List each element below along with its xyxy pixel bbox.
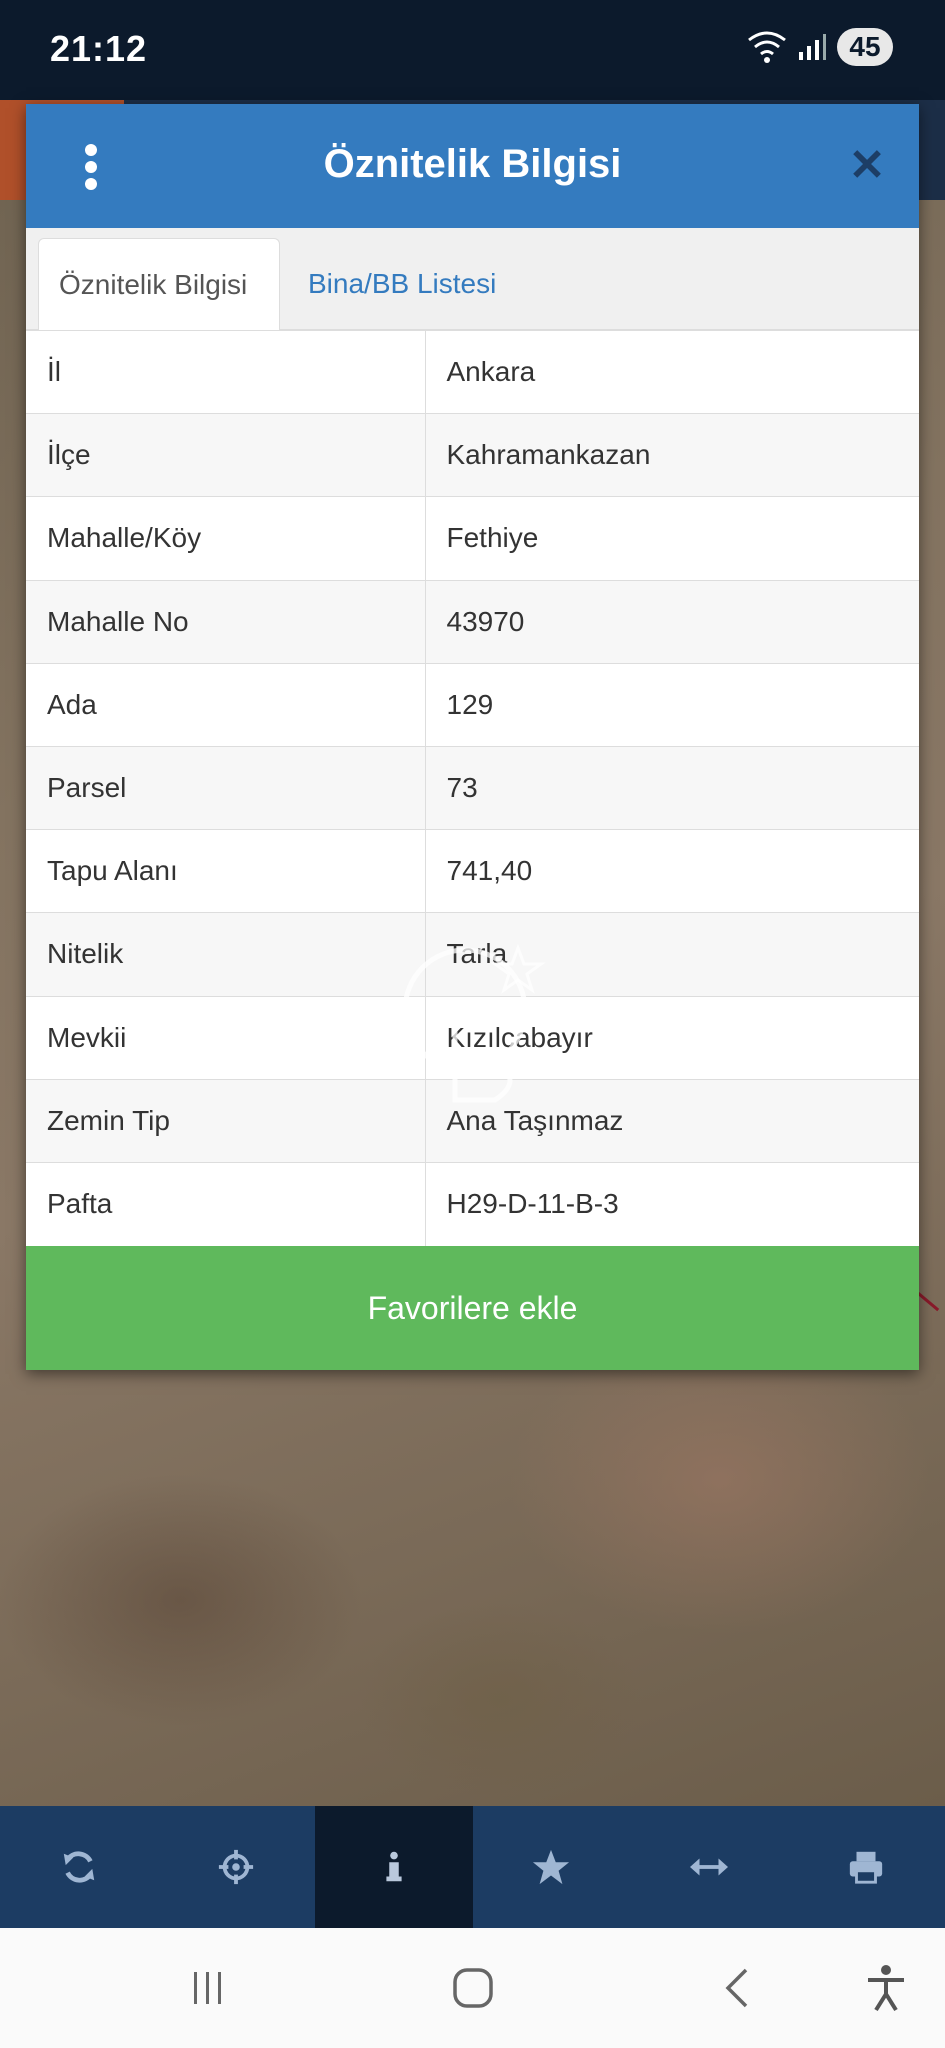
table-row: Parsel 73 <box>26 745 919 830</box>
favorites-button[interactable] <box>473 1806 631 1928</box>
row-value: 129 <box>425 662 919 747</box>
accessibility-icon <box>868 1965 904 2012</box>
wifi-icon <box>748 31 786 63</box>
print-button[interactable] <box>788 1806 945 1928</box>
table-row: Zemin Tip Ana Taşınmaz <box>26 1078 919 1163</box>
tab-attribute-info[interactable]: Öznitelik Bilgisi <box>38 238 280 330</box>
table-row: Mahalle No 43970 <box>26 579 919 664</box>
row-value: Fethiye <box>425 496 919 581</box>
refresh-button[interactable] <box>0 1806 158 1928</box>
signal-icon <box>799 34 826 60</box>
crosshair-icon <box>219 1849 254 1885</box>
info-icon <box>386 1851 402 1882</box>
row-key: İl <box>26 329 426 414</box>
table-row: İlçe Kahramankazan <box>26 413 919 497</box>
row-value: Ankara <box>425 329 919 414</box>
attribute-dialog: Öznitelik Bilgisi ✕ Öznitelik Bilgisi Bi… <box>26 104 919 1370</box>
accessibility-button[interactable] <box>856 1958 916 2018</box>
row-key: Tapu Alanı <box>26 829 426 913</box>
row-key: Mahalle/Köy <box>26 496 426 581</box>
refresh-icon <box>63 1851 94 1883</box>
dialog-title: Öznitelik Bilgisi <box>323 142 622 186</box>
table-row: Tapu Alanı 741,40 <box>26 829 919 913</box>
row-key: İlçe <box>26 413 426 497</box>
row-key: Parsel <box>26 745 426 830</box>
status-time: 21:12 <box>50 28 148 69</box>
table-row: Mevkii Kızılcabayır <box>26 995 919 1080</box>
home-icon <box>453 1968 493 2008</box>
star-icon <box>533 1849 570 1885</box>
recent-apps-icon <box>194 1972 221 2004</box>
back-icon <box>725 1968 748 2008</box>
info-button[interactable] <box>315 1806 473 1928</box>
close-icon[interactable]: ✕ <box>845 144 889 188</box>
row-value: Ana Taşınmaz <box>425 1078 919 1163</box>
row-key: Nitelik <box>26 912 426 996</box>
attribute-table: İl Ankara İlçe Kahramankazan Mahalle/Köy Fe… <box>26 329 919 1246</box>
recent-apps-button[interactable] <box>178 1958 238 2018</box>
row-key: Pafta <box>26 1161 426 1246</box>
map-toolbar <box>0 1806 945 1928</box>
locate-button[interactable] <box>158 1806 316 1928</box>
row-value: Kızılcabayır <box>425 995 919 1080</box>
measure-button[interactable] <box>630 1806 788 1928</box>
status-icons: 45 <box>747 28 893 66</box>
tab-building-list[interactable]: Bina/BB Listesi <box>288 238 516 330</box>
dialog-header: Öznitelik Bilgisi ✕ <box>26 104 919 228</box>
row-value: Tarla <box>425 912 919 996</box>
tab-bar: Öznitelik Bilgisi Bina/BB Listesi <box>26 228 919 330</box>
table-row: İl Ankara <box>26 329 919 414</box>
row-value: H29-D-11-B-3 <box>425 1161 919 1246</box>
row-key: Zemin Tip <box>26 1078 426 1163</box>
status-bar: 21:12 45 <box>0 0 945 100</box>
row-value: 741,40 <box>425 829 919 913</box>
measure-icon <box>689 1858 728 1876</box>
row-key: Mahalle No <box>26 579 426 664</box>
back-button[interactable] <box>708 1958 768 2018</box>
home-button[interactable] <box>443 1958 503 2018</box>
row-value: 73 <box>425 745 919 830</box>
add-to-favorites-button[interactable]: Favorilere ekle <box>26 1246 919 1370</box>
table-row: Pafta H29-D-11-B-3 <box>26 1161 919 1246</box>
print-icon <box>850 1851 883 1884</box>
row-value: 43970 <box>425 579 919 664</box>
row-key: Mevkii <box>26 995 426 1080</box>
system-nav-bar <box>0 1928 945 2048</box>
table-row: Nitelik Tarla <box>26 912 919 996</box>
row-value: Kahramankazan <box>425 413 919 497</box>
table-row: Ada 129 <box>26 662 919 747</box>
battery-badge: 45 <box>837 28 893 66</box>
table-row: Mahalle/Köy Fethiye <box>26 496 919 581</box>
row-key: Ada <box>26 662 426 747</box>
